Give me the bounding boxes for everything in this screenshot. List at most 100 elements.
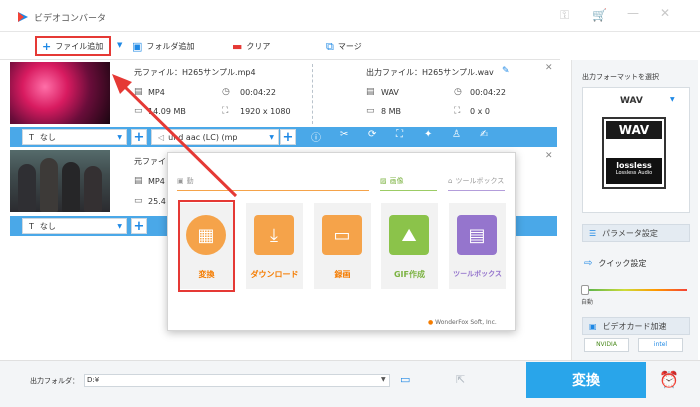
format-icon: ▤ [134, 176, 143, 186]
subtitle-icon: T [29, 221, 34, 231]
subtitle-select[interactable]: T なし ▼ [22, 129, 127, 145]
merge-button[interactable]: ⧉ マージ [326, 41, 362, 52]
source-file-name: 元ファイル：H265サンプル.mp4 [134, 68, 256, 77]
subtitle-icon: T [29, 132, 34, 142]
gpu-acceleration-button[interactable]: ▣ ビデオカード加速 [582, 317, 690, 335]
picture-icon: ⛰ [389, 215, 429, 255]
add-subtitle-button[interactable]: + [131, 129, 147, 145]
image-icon: ▨ [380, 177, 387, 185]
folder-icon: ▣ [132, 39, 143, 53]
add-folder-button[interactable]: ▣ フォルダ追加 [132, 41, 194, 52]
chevron-down-icon: ▼ [117, 222, 122, 230]
category-underline [448, 190, 505, 191]
quality-slider-handle[interactable] [581, 285, 589, 295]
output-folder-label: 出力フォルダ： [30, 377, 79, 385]
clock-icon: ◷ [454, 87, 462, 97]
close-icon[interactable]: ✕ [660, 6, 670, 20]
output-folder-input[interactable]: D:¥ [84, 374, 390, 387]
screen-record-icon: ▭ [322, 215, 362, 255]
chevron-down-icon: ▼ [117, 133, 122, 141]
category-toolbox[interactable]: ⌂ ツールボックス [448, 176, 504, 186]
info-icon[interactable]: ⓘ [311, 129, 321, 144]
settings-sliders-icon: ☰ [589, 228, 597, 238]
category-convert[interactable]: ▣ 動 [177, 176, 194, 186]
tile-toolbox[interactable]: ▤ ツールボックス [449, 203, 506, 289]
key-icon[interactable]: ⚿ [560, 8, 569, 23]
intel-badge: intel [638, 338, 683, 352]
highlight-add-file [35, 36, 111, 56]
app-logo-icon [18, 12, 28, 22]
tile-download[interactable]: ⤓ ダウンロード [246, 203, 303, 289]
chevron-down-icon[interactable]: ▼ [670, 96, 675, 103]
source-format: MP4 [148, 88, 165, 97]
add-audio-button[interactable]: + [280, 129, 296, 145]
edit-subtitle-icon[interactable]: ✍ [480, 129, 488, 140]
download-icon: ⤓ [254, 215, 294, 255]
thumbnail-figure [18, 164, 36, 212]
output-file-name: 出力ファイル：H265サンプル.wav [366, 68, 494, 77]
cart-icon[interactable]: 🛒 [592, 8, 607, 22]
tile-record[interactable]: ▭ 録画 [314, 203, 371, 289]
remove-file-icon[interactable]: ✕ [545, 63, 553, 73]
tile-gif[interactable]: ⛰ GIF作成 [381, 203, 438, 289]
subtitle-select[interactable]: T なし ▼ [22, 218, 127, 234]
output-resolution: 0 x 0 [470, 107, 490, 116]
nvidia-badge: NVIDIA [584, 338, 629, 352]
folder-size-icon: ▭ [366, 106, 375, 116]
brand-logo-icon: ● [428, 319, 434, 326]
add-file-dropdown[interactable]: ▼ [117, 41, 122, 49]
merge-icon: ⧉ [326, 39, 334, 53]
slider-auto-label: 自動 [581, 299, 594, 306]
add-subtitle-button[interactable]: + [131, 218, 147, 234]
crop-icon[interactable]: ⛶ [396, 129, 403, 140]
edit-icon[interactable]: ✎ [502, 66, 510, 76]
export-icon[interactable]: ⇱ [456, 373, 465, 386]
quick-settings-label: ⇨ クイック設定 [584, 258, 647, 269]
chevron-down-icon: ▼ [117, 41, 123, 49]
clock-icon: ◷ [222, 87, 230, 97]
source-format: MP4 [148, 177, 165, 186]
thumbnail-figure [40, 158, 58, 212]
parameter-settings-button[interactable]: ☰ パラメータ設定 [582, 224, 690, 242]
chevron-down-icon[interactable]: ▼ [381, 376, 386, 383]
file-edit-bar [516, 216, 557, 236]
source-duration: 00:04:22 [240, 88, 276, 97]
minimize-icon[interactable]: — [627, 6, 639, 20]
output-size: 8 MB [381, 107, 402, 116]
source-size: 25.4 [148, 197, 166, 206]
alarm-clock-icon[interactable]: ⏰ [659, 370, 679, 389]
thumbnail-figure [84, 166, 102, 212]
toolbox-icon: ⌂ [448, 177, 453, 185]
window-title: ビデオコンバータ [34, 14, 107, 24]
source-size: 14.09 MB [148, 107, 186, 116]
rotate-icon[interactable]: ⟳ [368, 129, 376, 140]
lossless-badge: lossless Lossless Audio [606, 158, 662, 184]
film-icon: ▣ [177, 177, 184, 185]
category-image[interactable]: ▨ 画像 [380, 176, 404, 186]
effects-icon[interactable]: ✦ [424, 129, 432, 140]
thumbnail-figure [62, 162, 80, 212]
audio-track-select[interactable]: ◁ und aac (LC) (mp ▼ [151, 129, 279, 145]
output-format-label: 出力フォーマットを選択 [582, 73, 659, 81]
scissors-icon[interactable]: ✂ [340, 129, 348, 140]
brand-footer: ● WonderFox Soft, Inc. [428, 319, 497, 326]
format-icon: ▤ [134, 87, 143, 97]
wav-icon-text: WAV [606, 121, 662, 139]
separator [312, 64, 314, 124]
format-icon: ▤ [366, 87, 375, 97]
source-file-name: 元ファイ [134, 157, 166, 166]
remove-file-icon[interactable]: ✕ [545, 151, 553, 161]
folder-size-icon: ▭ [134, 196, 143, 206]
toolbox-icon: ▤ [457, 215, 497, 255]
convert-button[interactable]: 変換 [526, 362, 646, 398]
output-format: WAV [381, 88, 399, 97]
quality-slider-track[interactable] [583, 289, 687, 291]
chevron-down-icon: ▼ [269, 133, 274, 141]
quick-settings-icon: ⇨ [584, 258, 593, 269]
watermark-icon[interactable]: ♙ [452, 129, 461, 140]
open-folder-icon[interactable]: ▭ [400, 373, 410, 386]
clear-button[interactable]: ▬ クリア [232, 41, 270, 52]
source-resolution: 1920 x 1080 [240, 107, 291, 116]
video-thumbnail[interactable] [10, 62, 110, 124]
video-thumbnail[interactable] [10, 150, 110, 212]
